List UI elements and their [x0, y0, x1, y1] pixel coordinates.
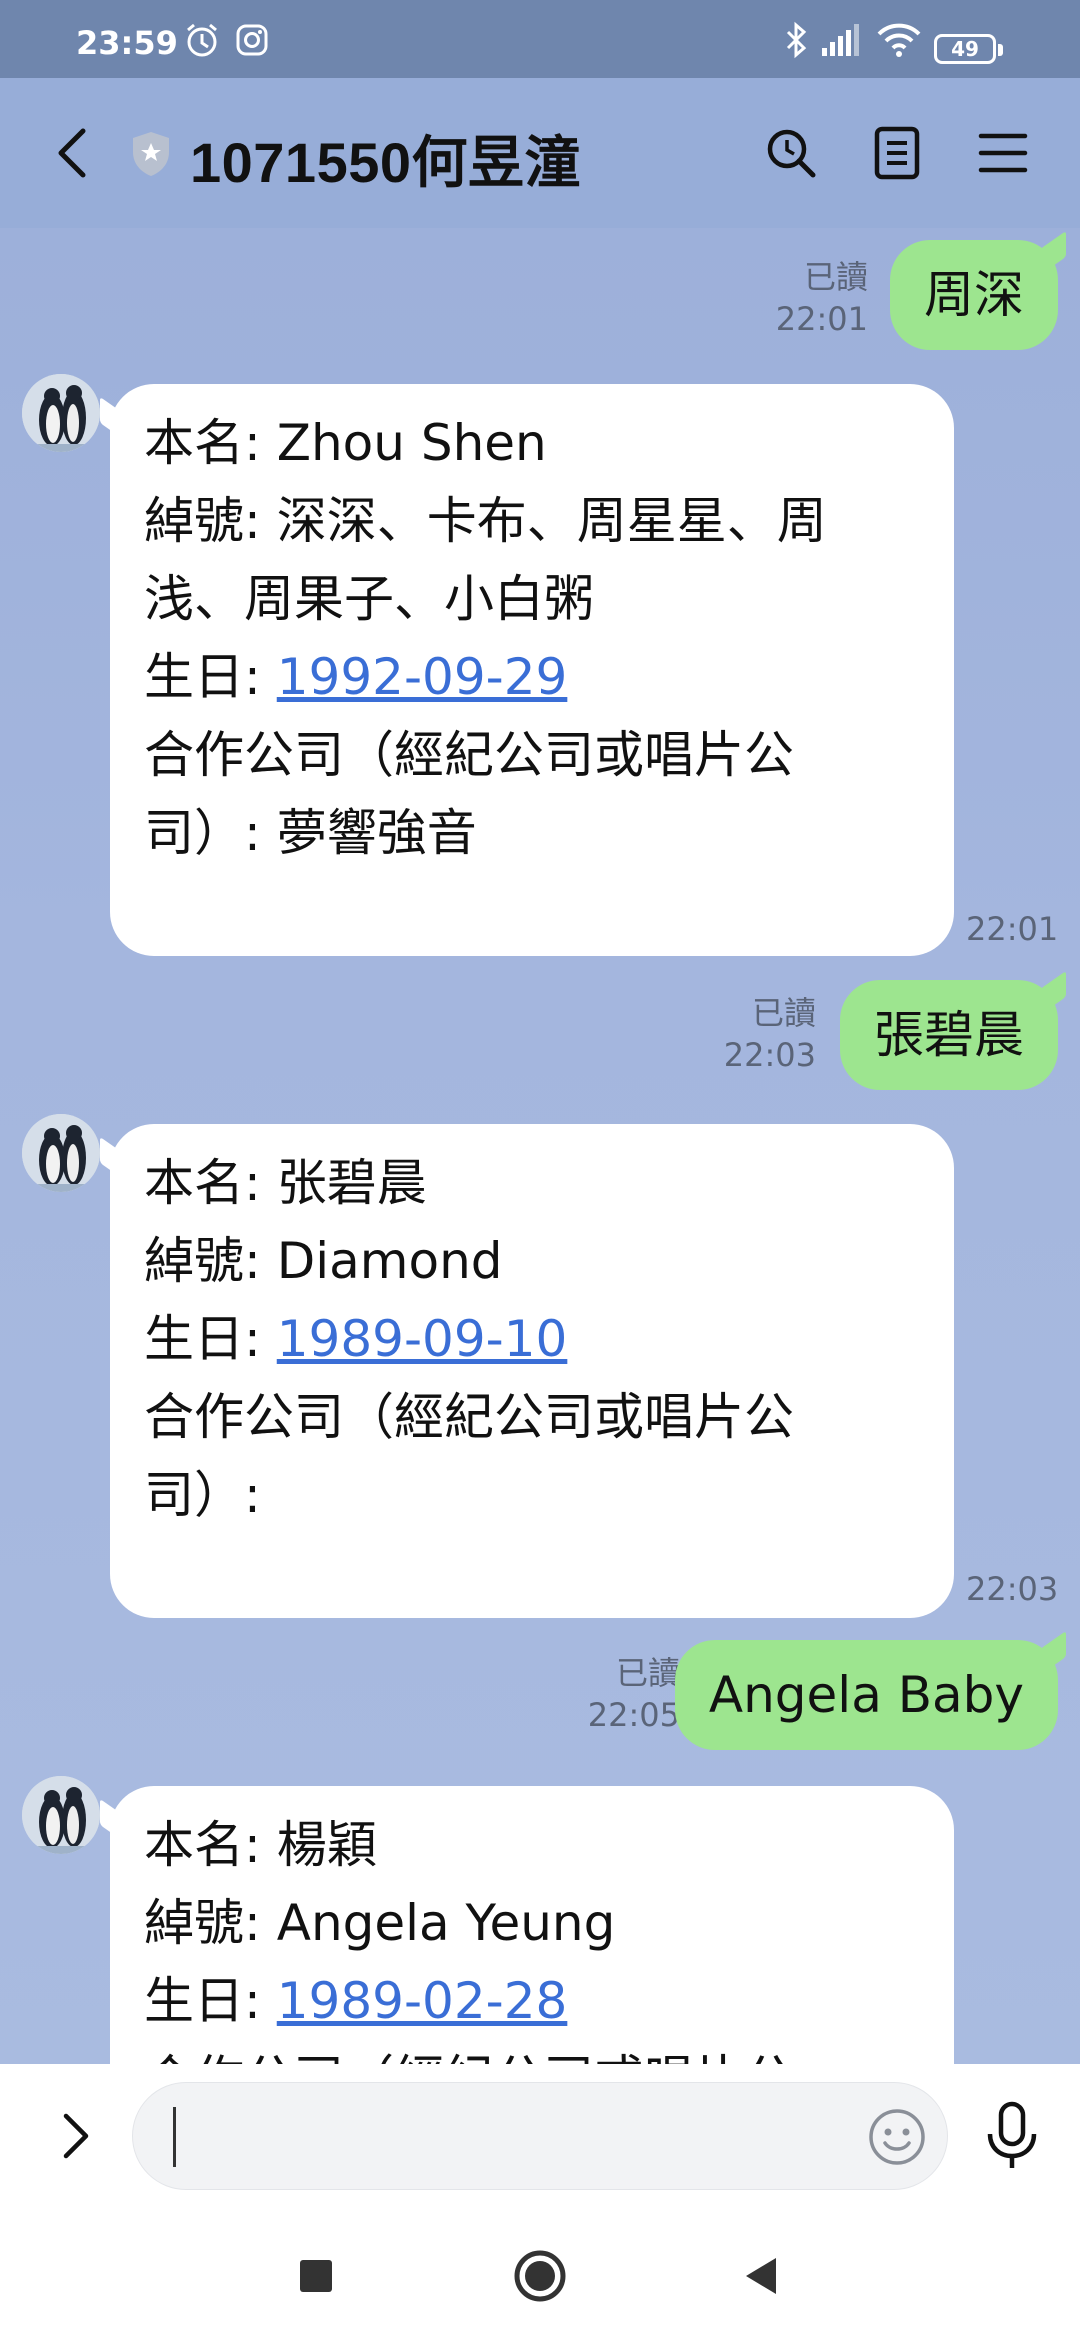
message-line: 本名: 楊穎: [144, 1816, 377, 1874]
message-line: 本名: Zhou Shen: [144, 414, 547, 472]
home-icon[interactable]: [512, 2248, 568, 2304]
expand-icon[interactable]: [46, 2106, 106, 2166]
birthday-label: 生日:: [144, 1972, 277, 2030]
read-receipt: 已讀: [615, 1654, 680, 1692]
status-time: 23:59: [76, 24, 178, 62]
message-time: 22:01: [966, 910, 1059, 948]
back-button[interactable]: [40, 120, 106, 186]
shield-icon: [133, 132, 169, 176]
menu-icon: [978, 133, 1028, 173]
back-nav-icon[interactable]: [736, 2248, 792, 2304]
birthday-label: 生日:: [144, 648, 277, 706]
outgoing-message[interactable]: 周深: [890, 240, 1058, 350]
message-line: 生日: 1992-09-29: [144, 638, 920, 716]
message-meta: 已讀 22:05: [580, 1652, 680, 1736]
penguin-avatar-image: [22, 1114, 100, 1192]
outgoing-message[interactable]: Angela Baby: [674, 1640, 1058, 1750]
search-icon: [767, 129, 816, 178]
birthday-link[interactable]: 1989-09-10: [277, 1310, 568, 1368]
birthday-label: 生日:: [144, 1310, 277, 1368]
message-list[interactable]: 已讀 22:01 周深 本名: Zhou Shen 綽號: 深深、卡布、周星星、…: [0, 228, 1080, 2064]
notes-button[interactable]: [864, 120, 930, 186]
avatar[interactable]: [22, 1114, 100, 1192]
chat-header: 1071550何昱潼: [0, 78, 1080, 228]
message-line: 本名: 张碧晨: [144, 1154, 427, 1212]
message-line: 綽號: Angela Yeung: [144, 1894, 616, 1952]
message-line: 合作公司（經紀公司或唱片公: [144, 726, 794, 784]
avatar[interactable]: [22, 1776, 100, 1854]
text-cursor: [173, 2107, 176, 2167]
message-line: 合作公司（經紀公司或唱片公: [144, 1388, 794, 1446]
message-meta: 已讀 22:03: [690, 992, 816, 1076]
message-line: 綽號: Diamond: [144, 1232, 503, 1290]
emoji-icon[interactable]: [867, 2107, 927, 2167]
alarm-icon: [187, 23, 217, 57]
message-input[interactable]: [132, 2082, 948, 2190]
message-line: 司）:: [144, 1466, 261, 1524]
outgoing-message[interactable]: 張碧晨: [840, 980, 1058, 1090]
message-time: 22:03: [966, 1570, 1059, 1608]
message-time: 22:03: [723, 1036, 816, 1074]
recent-apps-icon[interactable]: [288, 2248, 344, 2304]
status-bar: 23:59 49: [0, 0, 1080, 78]
read-receipt: 已讀: [751, 994, 816, 1032]
message-time: 22:01: [775, 300, 868, 338]
avatar[interactable]: [22, 374, 100, 452]
input-bar: [0, 2064, 1080, 2208]
message-line: 生日: 1989-09-10: [144, 1300, 920, 1378]
penguin-avatar-image: [22, 1776, 100, 1854]
message-line: 浅、周果子、小白粥: [144, 570, 594, 628]
back-icon: [58, 128, 86, 178]
signal-icon: [822, 24, 859, 56]
penguin-avatar-image: [22, 374, 100, 452]
battery-indicator: 49: [934, 34, 1003, 64]
birthday-link[interactable]: 1989-02-28: [277, 1972, 568, 2030]
incoming-message[interactable]: 本名: 张碧晨 綽號: Diamond 生日: 1989-09-10 合作公司（…: [110, 1124, 954, 1618]
search-button[interactable]: [758, 120, 824, 186]
bluetooth-icon: [786, 21, 807, 59]
mic-icon[interactable]: [982, 2100, 1042, 2172]
menu-button[interactable]: [970, 120, 1036, 186]
message-line: 司）: 夢響強音: [144, 804, 477, 862]
read-receipt: 已讀: [803, 258, 868, 296]
birthday-link[interactable]: 1992-09-29: [277, 648, 568, 706]
notes-icon: [874, 126, 920, 180]
message-line: 綽號: 深深、卡布、周星星、周: [144, 492, 827, 550]
message-meta: 已讀 22:01: [740, 256, 868, 340]
chat-title: 1071550何昱潼: [190, 131, 582, 194]
instagram-icon: [236, 24, 268, 56]
wifi-icon: [877, 23, 921, 57]
message-line: 合作公司（經紀公司或唱片公: [144, 2040, 920, 2064]
incoming-message[interactable]: 本名: 楊穎 綽號: Angela Yeung 生日: 1989-02-28 合…: [110, 1786, 954, 2064]
system-nav-bar: [0, 2208, 1080, 2340]
message-time: 22:05: [587, 1696, 680, 1734]
message-line: 生日: 1989-02-28: [144, 1962, 920, 2040]
incoming-message[interactable]: 本名: Zhou Shen 綽號: 深深、卡布、周星星、周 浅、周果子、小白粥 …: [110, 384, 954, 956]
